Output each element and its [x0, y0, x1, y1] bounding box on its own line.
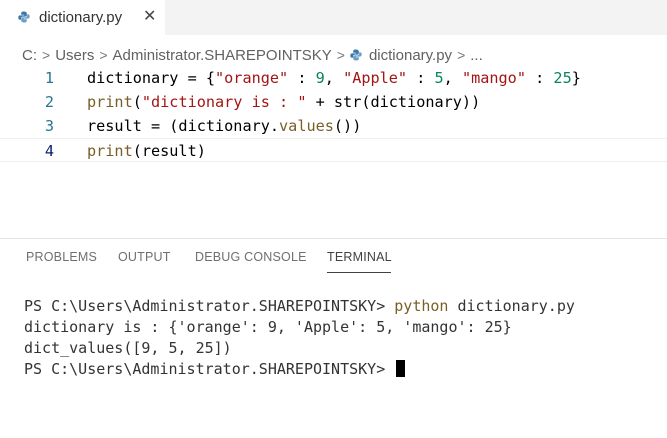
code-line[interactable]: 1 dictionary = {"orange" : 9, "Apple" : … [0, 66, 667, 90]
code-line[interactable]: 3 result = (dictionary.values()) [0, 114, 667, 138]
code-token: dictionary = { [87, 69, 216, 87]
function-token: values [279, 117, 334, 135]
chevron-right-icon: > [99, 47, 108, 63]
code-text: print(result) [87, 139, 206, 163]
terminal-cursor [396, 360, 406, 377]
code-token: , [324, 69, 344, 87]
terminal-line: dictionary is : {'orange': 9, 'Apple': 5… [24, 318, 512, 336]
string-token: "mango" [461, 69, 526, 87]
code-editor[interactable]: 1 dictionary = {"orange" : 9, "Apple" : … [0, 66, 667, 166]
breadcrumb-drive[interactable]: C: [22, 47, 37, 64]
number-token: 5 [434, 69, 444, 87]
terminal-command: python [394, 297, 449, 315]
breadcrumb-more[interactable]: ... [470, 47, 483, 64]
code-token: , [443, 69, 462, 87]
code-token: : [525, 69, 554, 87]
terminal-line: PS C:\Users\Administrator.SHAREPOINTSKY> [24, 359, 575, 380]
terminal-prompt: PS C:\Users\Administrator.SHAREPOINTSKY> [24, 360, 395, 378]
function-token: print [87, 93, 133, 111]
code-token: str [333, 93, 362, 111]
code-token: ( [132, 93, 142, 111]
number-token: 9 [315, 69, 325, 87]
tab-terminal[interactable]: TERMINAL [327, 250, 392, 264]
breadcrumb-users[interactable]: Users [55, 47, 94, 64]
tab-problems[interactable]: PROBLEMS [26, 250, 97, 264]
tab-label: dictionary.py [39, 9, 123, 26]
string-token: "orange" [215, 69, 289, 87]
tab-output[interactable]: OUTPUT [118, 250, 171, 264]
close-icon[interactable]: ✕ [143, 6, 156, 26]
tab-debug-console[interactable]: DEBUG CONSOLE [195, 250, 307, 264]
code-line-current[interactable]: 4 print(result) [0, 138, 667, 162]
breadcrumb-folder[interactable]: Administrator.SHAREPOINTSKY [113, 47, 332, 64]
breadcrumb: C: > Users > Administrator.SHAREPOINTSKY… [22, 44, 483, 66]
code-token: ()) [333, 117, 362, 135]
code-text: print("dictionary is : " + str(dictionar… [87, 90, 480, 114]
panel-tab-bar: PROBLEMS OUTPUT DEBUG CONSOLE TERMINAL [0, 250, 667, 273]
code-token: (result) [132, 142, 206, 160]
line-number: 3 [44, 117, 54, 135]
code-token: (dictionary)) [361, 93, 481, 111]
python-file-icon [18, 11, 30, 23]
editor-tab-bar: dictionary.py ✕ [0, 0, 667, 35]
code-token: } [571, 69, 581, 87]
chevron-right-icon: > [336, 47, 345, 63]
terminal-prompt: PS C:\Users\Administrator.SHAREPOINTSKY> [24, 297, 395, 315]
panel-divider [0, 238, 667, 239]
function-token: print [87, 142, 133, 160]
terminal-output[interactable]: PS C:\Users\Administrator.SHAREPOINTSKY>… [24, 296, 575, 380]
active-tab-indicator [327, 272, 391, 273]
tab-dictionary-py[interactable]: dictionary.py ✕ [0, 0, 165, 35]
code-line[interactable]: 2 print("dictionary is : " + str(diction… [0, 90, 667, 114]
number-token: 25 [553, 69, 572, 87]
code-token: result = (dictionary. [87, 117, 280, 135]
line-number: 4 [44, 142, 54, 160]
string-token: "dictionary is : " [141, 93, 307, 111]
line-number: 2 [44, 93, 54, 111]
code-token: : [407, 69, 435, 87]
code-token: : [288, 69, 316, 87]
line-number: 1 [44, 69, 54, 87]
code-text: dictionary = {"orange" : 9, "Apple" : 5,… [87, 66, 581, 90]
code-token: + [306, 93, 334, 111]
terminal-argument: dictionary.py [448, 297, 575, 315]
string-token: "Apple" [343, 69, 408, 87]
python-file-icon [350, 49, 362, 61]
chevron-right-icon: > [42, 47, 51, 63]
terminal-line: dict_values([9, 5, 25]) [24, 339, 232, 357]
code-text: result = (dictionary.values()) [87, 114, 361, 138]
breadcrumb-file[interactable]: dictionary.py [369, 47, 452, 64]
chevron-right-icon: > [457, 47, 466, 63]
terminal-line: PS C:\Users\Administrator.SHAREPOINTSKY>… [24, 296, 575, 317]
